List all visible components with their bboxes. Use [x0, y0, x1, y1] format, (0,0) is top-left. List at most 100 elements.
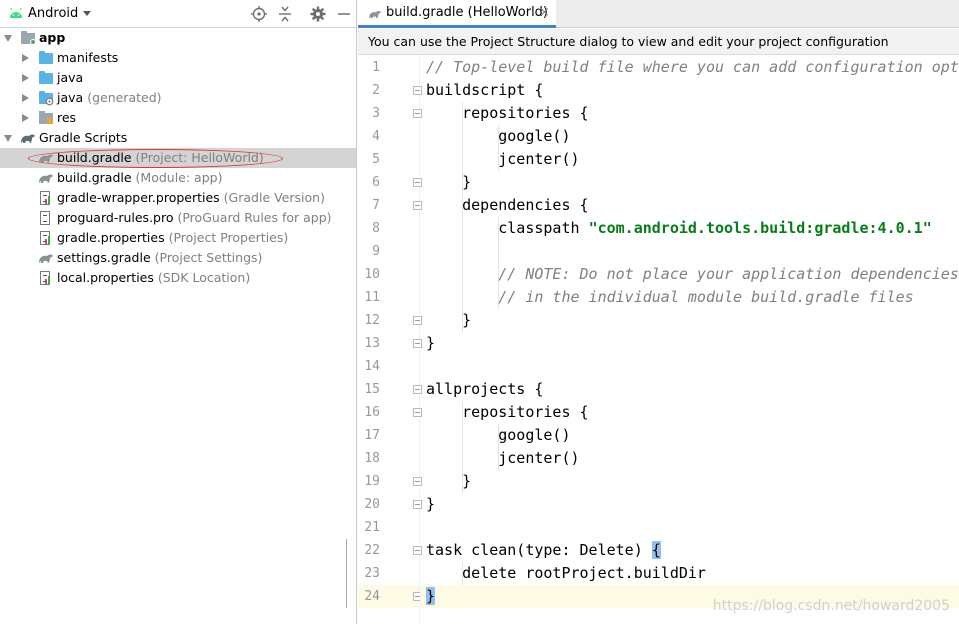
line-number: 2	[372, 83, 380, 98]
locate-icon[interactable]	[250, 5, 268, 23]
gear-icon	[45, 97, 54, 106]
tree-item-gradle-scripts[interactable]: Gradle Scripts	[0, 128, 356, 148]
line-number: 24	[364, 589, 380, 604]
line-number: 14	[364, 359, 380, 374]
tree-item-proguard-rules[interactable]: proguard-rules.pro (ProGuard Rules for a…	[0, 208, 356, 228]
tree-item-label: proguard-rules.pro	[57, 210, 174, 225]
tree-item-label: res	[57, 110, 77, 125]
chevron-right-icon[interactable]	[22, 114, 29, 122]
line-number: 1	[372, 60, 380, 75]
editor-tab-bar: build.gradle (HelloWorld) ×	[358, 0, 959, 28]
project-structure-notice[interactable]: You can use the Project Structure dialog…	[358, 29, 959, 55]
chevron-right-icon[interactable]	[22, 74, 29, 82]
gradle-icon	[39, 174, 53, 183]
editor: build.gradle (HelloWorld) × You can use …	[346, 0, 959, 624]
tree-item-label: gradle.properties	[57, 230, 165, 245]
line-number-gutter: 1 2 3 4 5 6 7 8 9 10 11 12 13 14 15 16 17 18 19 20 21 22 23 24	[346, 55, 422, 624]
line-number: 13	[364, 336, 380, 351]
tree-item-hint: (ProGuard Rules for app)	[177, 210, 332, 225]
code-line[interactable]: jcenter()	[426, 447, 579, 470]
line-number: 17	[364, 428, 380, 443]
tab-build-gradle[interactable]: build.gradle (HelloWorld) ×	[358, 0, 556, 28]
chevron-down-icon[interactable]	[83, 11, 91, 16]
generated-folder-icon	[39, 91, 54, 106]
module-folder-icon	[21, 31, 36, 45]
code-line[interactable]: google()	[426, 125, 570, 148]
minimize-icon[interactable]	[335, 5, 353, 23]
line-number: 20	[364, 497, 380, 512]
gradle-icon	[369, 11, 381, 19]
gradle-icon	[21, 134, 35, 143]
code-area[interactable]: // Top-level build file where you can ad…	[420, 55, 959, 624]
tree-item-label: java	[57, 70, 84, 85]
tree-item-label: build.gradle	[57, 170, 132, 185]
code-line[interactable]: google()	[426, 424, 570, 447]
code-line[interactable]: }	[426, 171, 471, 194]
line-number: 6	[372, 175, 380, 190]
tree-item-build-gradle-module[interactable]: build.gradle (Module: app)	[0, 168, 356, 188]
code-line[interactable]: }	[426, 470, 471, 493]
line-number: 21	[364, 520, 380, 535]
line-number: 3	[372, 106, 380, 121]
chevron-right-icon[interactable]	[22, 94, 29, 102]
line-number: 22	[364, 543, 380, 558]
code-line[interactable]: buildscript {	[426, 79, 543, 102]
tree-item-label: local.properties	[57, 270, 154, 285]
code-line[interactable]: dependencies {	[426, 194, 588, 217]
android-icon	[10, 8, 22, 18]
code-line[interactable]: // Top-level build file where you can ad…	[426, 56, 959, 79]
code-line[interactable]: classpath "com.android.tools.build:gradl…	[426, 217, 932, 240]
close-icon[interactable]: ×	[539, 5, 550, 20]
code-line[interactable]: repositories {	[426, 401, 588, 424]
tree-item-label: app	[39, 30, 66, 45]
line-number: 7	[372, 198, 380, 213]
tree-item-hint: (SDK Location)	[157, 270, 251, 285]
tree-item-hint: (Gradle Version)	[223, 190, 325, 205]
line-number: 15	[364, 382, 380, 397]
tree-item-label: Gradle Scripts	[39, 130, 128, 145]
scope-marker	[346, 539, 347, 608]
code-line[interactable]: }	[426, 309, 471, 332]
view-selector[interactable]: Android	[28, 6, 78, 21]
code-line[interactable]: task clean(type: Delete) {	[426, 539, 661, 562]
expand-arrow-icon[interactable]	[4, 135, 12, 142]
collapse-all-icon[interactable]	[276, 5, 294, 23]
tab-label: build.gradle (HelloWorld)	[386, 5, 549, 20]
code-line[interactable]: delete rootProject.buildDir	[426, 562, 706, 585]
tree-item-app[interactable]: app	[0, 28, 356, 48]
code-line[interactable]: // NOTE: Do not place your application d…	[426, 263, 959, 286]
properties-icon	[40, 191, 50, 205]
code-line[interactable]: }	[426, 332, 435, 355]
properties-icon	[40, 271, 50, 285]
tree-item-java[interactable]: java	[0, 68, 356, 88]
tree-item-manifests[interactable]: manifests	[0, 48, 356, 68]
code-line[interactable]: jcenter()	[426, 148, 579, 171]
tree-item-label: manifests	[57, 50, 119, 65]
tree-item-hint: (Module: app)	[135, 170, 223, 185]
tree-item-gradle-properties[interactable]: gradle.properties (Project Properties)	[0, 228, 356, 248]
tree-item-java-generated[interactable]: java (generated)	[0, 88, 356, 108]
panel-header: Android	[0, 0, 356, 28]
code-line[interactable]: // in the individual module build.gradle…	[426, 286, 913, 309]
tree-item-gradle-wrapper-properties[interactable]: gradle-wrapper.properties (Gradle Versio…	[0, 188, 356, 208]
tree-item-label: settings.gradle	[57, 250, 151, 265]
gear-icon[interactable]	[309, 5, 327, 23]
tree-item-settings-gradle[interactable]: settings.gradle (Project Settings)	[0, 248, 356, 268]
code-line[interactable]: }	[426, 493, 435, 516]
watermark: https://blog.csdn.net/howard2005	[712, 598, 950, 614]
tree-item-res[interactable]: res	[0, 108, 356, 128]
chevron-right-icon[interactable]	[22, 54, 29, 62]
folder-icon	[39, 71, 53, 84]
code-line[interactable]: allprojects {	[426, 378, 543, 401]
gradle-icon	[39, 254, 53, 263]
code-line[interactable]: }	[426, 585, 436, 608]
line-number: 11	[364, 290, 380, 305]
tree-item-local-properties[interactable]: local.properties (SDK Location)	[0, 268, 356, 288]
expand-arrow-icon[interactable]	[4, 35, 12, 42]
tree-item-hint: (generated)	[87, 90, 162, 105]
code-line[interactable]: repositories {	[426, 102, 588, 125]
line-number: 18	[364, 451, 380, 466]
folder-icon	[39, 51, 53, 64]
tree-item-label: gradle-wrapper.properties	[57, 190, 220, 205]
tree-item-label: java	[57, 90, 84, 105]
